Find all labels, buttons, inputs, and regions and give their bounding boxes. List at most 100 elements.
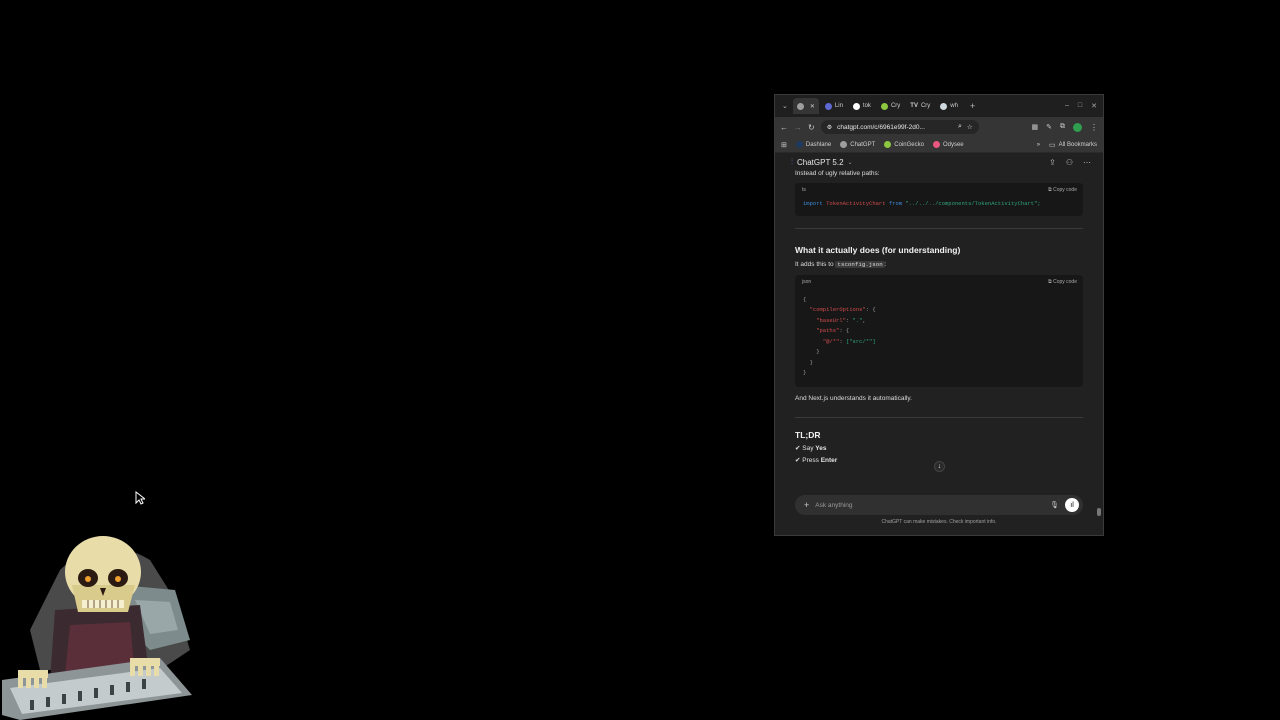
url-text: chatgpt.com/c/6961e99f-2d0... (837, 123, 925, 131)
extensions-puzzle-icon[interactable]: ⧉ (1060, 123, 1065, 131)
new-tab-icon[interactable]: + (964, 101, 975, 111)
list-item: ✔ Say Yes (795, 443, 1083, 456)
code-block-ts: ts ⧉ Copy code import TokenActivityChart… (795, 183, 1083, 216)
coingecko-icon (884, 141, 892, 148)
code-token: } (809, 358, 813, 366)
code-body: import TokenActivityChart from "../../..… (795, 197, 1083, 216)
code-header: ts ⧉ Copy code (795, 183, 1083, 197)
tab-close-icon[interactable]: ✕ (810, 103, 815, 110)
composer-placeholder[interactable]: Ask anything (815, 502, 852, 509)
back-icon[interactable]: ← (780, 123, 788, 132)
bookmark-label: Odysee (942, 141, 964, 148)
coingecko-icon (880, 102, 888, 110)
voice-mode-button[interactable]: ıl (1065, 498, 1079, 512)
globe-icon (940, 102, 948, 110)
after-text: And Next.js understands it automatically… (795, 394, 912, 402)
code-token: from (888, 200, 903, 207)
code-block-json: json ⧉ Copy code { "compilerOptions": { … (795, 274, 1083, 387)
plus-icon[interactable]: + (804, 500, 809, 510)
skeleton-avatar (2, 536, 192, 720)
tab-globe[interactable]: wh (936, 98, 962, 114)
adds-text: It adds this to tsconfig.json: (795, 260, 1083, 269)
divider (795, 227, 1083, 229)
bookmark-label: Dashlane (805, 141, 832, 148)
copy-icon: ⧉ (1048, 278, 1052, 285)
chatgpt-icon (796, 102, 804, 110)
bookmarks-bar: ⊞ Dashlane ChatGPT CoinGecko Odysee » ▭ … (775, 137, 1103, 153)
arrow-down-icon: ↓ (937, 463, 942, 470)
list-item-text: ✔ Say (795, 444, 816, 452)
code-token: } (816, 348, 820, 355)
tab-label: tok (862, 103, 871, 109)
odysee-icon (932, 141, 940, 148)
maximize-icon[interactable]: □ (1078, 102, 1082, 110)
copy-code-button[interactable]: ⧉ Copy code (1048, 279, 1077, 285)
code-token: import (803, 200, 823, 207)
chevron-down-icon: ⌄ (847, 159, 853, 166)
tab-label: wh (950, 103, 958, 109)
bookmark-star-icon[interactable]: ☆ (967, 123, 973, 131)
tab-label: Lin (834, 103, 843, 109)
code-token: { (803, 295, 807, 303)
window-controls: – □ ✕ (1065, 102, 1103, 110)
minimize-icon[interactable]: – (1065, 102, 1069, 110)
model-name: ChatGPT 5.2 (797, 157, 844, 167)
all-bookmarks[interactable]: ▭ All Bookmarks (1049, 141, 1097, 149)
bookmark-dashlane[interactable]: Dashlane (795, 141, 832, 148)
reload-icon[interactable]: ↻ (808, 123, 815, 132)
tab-search-icon[interactable]: ⌄ (779, 102, 791, 110)
waveform-icon: ıl (1070, 501, 1074, 509)
code-token: "@/*" (822, 337, 840, 345)
zoom-icon[interactable]: ⌕ (958, 123, 962, 131)
copy-code-button[interactable]: ⧉ Copy code (1048, 187, 1077, 193)
close-window-icon[interactable]: ✕ (1091, 102, 1097, 110)
chatgpt-icon (840, 141, 848, 148)
browser-toolbar: ← → ↻ ⚙ chatgpt.com/c/6961e99f-2d0... ⌕ … (775, 117, 1103, 137)
tab-linear[interactable]: Lin (821, 98, 847, 114)
bookmark-odysee[interactable]: Odysee (932, 141, 964, 148)
tab-github[interactable]: tok (849, 98, 875, 114)
code-token: "compilerOptions" (809, 306, 866, 313)
apps-icon[interactable]: ⊞ (781, 141, 787, 149)
tab-coingecko[interactable]: Cry (877, 98, 904, 114)
list-item-bold: Yes (815, 444, 827, 452)
bookmark-coingecko[interactable]: CoinGecko (884, 141, 924, 148)
code-token: "paths" (816, 327, 840, 334)
model-selector[interactable]: ⫶ ChatGPT 5.2 ⌄ (791, 157, 853, 167)
bookmark-chatgpt[interactable]: ChatGPT (840, 141, 875, 148)
code-header: json ⧉ Copy code (795, 275, 1083, 289)
forward-icon[interactable]: → (794, 123, 802, 132)
inline-code: tsconfig.json (835, 260, 885, 268)
browser-window: ⌄ ✕ Lin tok Cry TV Cry wh + – □ ✕ ← → ↻ … (774, 94, 1104, 536)
code-lang: ts (802, 187, 806, 193)
profile-avatar[interactable] (1073, 122, 1082, 132)
page-scrollbar[interactable] (1097, 153, 1101, 535)
chevron-right-icon[interactable]: » (1037, 142, 1040, 148)
linear-icon (824, 102, 832, 110)
extension-icon[interactable]: ▦ (1032, 123, 1039, 131)
microphone-icon[interactable]: 🎙 (1050, 501, 1059, 509)
copy-label: Copy code (1053, 278, 1077, 285)
list-item-text: ✔ Press (795, 457, 821, 464)
scrollbar-thumb[interactable] (1097, 508, 1101, 516)
dashlane-icon (795, 141, 803, 148)
add-user-icon[interactable]: ⚇ (1066, 158, 1073, 167)
edit-icon[interactable]: ✎ (1046, 123, 1052, 131)
message-composer[interactable]: + Ask anything 🎙 ıl (795, 495, 1083, 515)
section-heading: What it actually does (for understanding… (795, 244, 961, 255)
tab-label: Cry (920, 103, 931, 109)
chat-page: ⫶ ChatGPT 5.2 ⌄ ⇪ ⚇ ⋯ Instead of ugly re… (775, 153, 1103, 535)
intro-text: Instead of ugly relative paths: (795, 170, 880, 177)
share-icon[interactable]: ⇪ (1049, 158, 1056, 167)
tab-tradingview[interactable]: TV Cry (906, 98, 934, 114)
address-bar[interactable]: ⚙ chatgpt.com/c/6961e99f-2d0... ⌕ ☆ (820, 120, 979, 134)
code-token: "../../../components/TokenActivityChart"… (905, 200, 1041, 207)
toolbar-right: ▦ ✎ ⧉ ⋮ (1032, 122, 1098, 132)
site-info-icon[interactable]: ⚙ (827, 124, 832, 131)
code-token: ["src/*"] (845, 337, 876, 345)
scroll-down-button[interactable]: ↓ (934, 461, 945, 472)
menu-icon[interactable]: ⋮ (1090, 123, 1098, 132)
tab-chatgpt[interactable]: ✕ (792, 98, 819, 114)
more-icon[interactable]: ⋯ (1083, 158, 1091, 167)
sidebar-toggle-icon[interactable]: ⫶ (791, 157, 793, 167)
